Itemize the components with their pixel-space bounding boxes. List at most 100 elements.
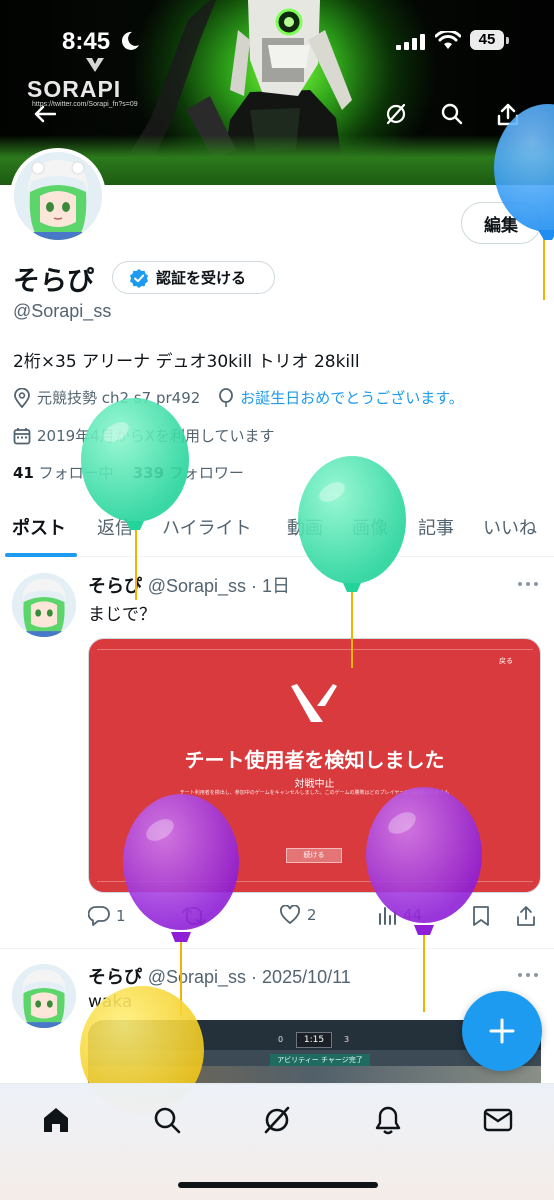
battery-indicator: 45 [470,30,504,50]
balloon-birthday-icon [219,387,234,407]
balloon-green-right [298,456,406,668]
post-header: そらぴ @Sorapi_ss · 1日 [88,572,290,598]
search-icon [154,1107,181,1134]
edit-profile-button[interactable]: 編集 [461,202,541,244]
repost-button[interactable] [182,905,206,927]
home-icon [44,1108,68,1132]
more-options-icon[interactable] [517,581,539,587]
profile-category: 元競技勢 ch2 s7 pr492 [37,389,201,407]
tab-videos[interactable]: 動画 [287,514,323,540]
tab-posts[interactable]: ポスト [12,514,66,540]
post-avatar[interactable] [12,573,76,637]
back-button[interactable] [30,99,60,129]
nav-grok[interactable] [257,1100,297,1140]
tab-highlights[interactable]: ハイライト [162,514,252,540]
home-indicator [178,1182,378,1188]
get-verified-label: 認証を受ける [156,269,247,287]
follow-stats: 41 フォロー中 339 フォロワー [13,462,244,483]
nav-search[interactable] [147,1100,187,1140]
post-header: そらぴ @Sorapi_ss · 2025/10/11 [88,963,351,989]
media-bottom-rule [97,881,533,882]
compose-post-button[interactable] [462,991,542,1071]
reply-icon [88,906,110,926]
plus-icon [489,1018,515,1044]
repost-icon [182,907,206,925]
avatar-illustration [12,573,76,637]
followers-label: フォロワー [168,464,244,482]
profile-joined-row: 2019年4月からXを利用しています [13,425,275,446]
tab-likes[interactable]: いいね [483,514,537,540]
tab-images[interactable]: 画像 [352,514,388,540]
bookmark-icon [473,906,489,926]
like-button[interactable]: 2 [279,905,317,925]
grok-icon [264,1106,290,1134]
media-top-rule [97,649,533,650]
media-back-label: 戻る [499,657,513,665]
post-avatar[interactable] [12,964,76,1028]
share-icon [497,103,519,126]
post-divider [0,948,554,949]
media-title: チート使用者を検知しました [184,748,445,772]
nav-messages[interactable] [478,1100,518,1140]
heart-icon [280,905,300,925]
profile-meta-row: 元競技勢 ch2 s7 pr492 お誕生日おめでとうございます。 [13,387,464,408]
focus-moon-icon [121,31,139,50]
location-pin-icon [14,387,30,408]
birthday-link[interactable]: お誕生日おめでとうございます。 [240,387,464,408]
like-count: 2 [307,906,317,924]
nav-notifications[interactable] [368,1100,408,1140]
profile-handle: @Sorapi_ss [13,301,112,321]
bottom-tab-bar [0,1083,554,1200]
post-text: waka [88,992,133,1012]
calendar-icon [13,427,31,444]
valorant-logo-icon [291,684,337,722]
status-time: 8:45 [62,28,111,55]
share-button[interactable] [493,99,523,129]
followers-link[interactable]: 339 フォロワー [133,464,244,482]
hud-round-timer: 1:15 [296,1032,332,1048]
views-chart-icon [379,907,396,925]
share-icon [517,906,535,926]
arrow-left-icon [34,105,56,123]
battery-tip [506,37,509,44]
display-name: そらぴ [13,266,94,297]
bookmark-button[interactable] [472,905,490,927]
post-text: まじで？ [88,605,156,625]
search-button[interactable] [437,99,467,129]
nav-home[interactable] [36,1100,76,1140]
followers-count: 339 [132,464,165,482]
share-post-button[interactable] [516,905,536,927]
media-subtitle: 対戦中止 [294,779,335,790]
reply-button[interactable]: 1 [88,905,126,927]
hud-score-right: 3 [344,1035,350,1044]
bell-icon [375,1106,401,1135]
views-button[interactable]: 44 [377,905,422,925]
tab-replies[interactable]: 返信 [97,514,133,540]
reply-count: 1 [116,907,126,925]
avatar-illustration [14,152,102,240]
post-meta: @Sorapi_ss · 2025/10/11 [147,967,351,987]
post-author-name[interactable]: そらぴ [88,967,142,988]
grok-icon [386,103,406,125]
profile-bio: 2桁×35 アリーナ デュオ30kill トリオ 28kill [13,352,360,372]
post-meta: @Sorapi_ss · 1日 [147,576,291,596]
get-verified-button[interactable]: 認証を受ける [112,261,275,294]
avatar-illustration [12,964,76,1028]
profile-tabs: ポスト 返信 ハイライト 動画 画像 記事 いいね [0,500,554,557]
joined-date: 2019年4月からXを利用しています [37,427,275,445]
wifi-icon [435,31,461,49]
tab-articles[interactable]: 記事 [418,514,454,540]
active-tab-indicator [5,553,77,557]
hud-score-left: 0 [278,1035,284,1044]
following-link[interactable]: 41 フォロー中 [13,464,114,482]
following-count: 41 [13,464,34,482]
post-author-name[interactable]: そらぴ [88,576,142,597]
more-options-icon[interactable] [517,972,539,978]
grok-button[interactable] [381,99,411,129]
media-detail: チート利用者を検出し、参加中のゲームをキャンセルしました。このゲームの勝敗はどの… [179,790,450,796]
profile-avatar[interactable] [10,148,106,244]
mail-icon [483,1108,513,1132]
status-bar: 8:45 45 [0,0,554,80]
search-icon [441,103,463,125]
post-media-image[interactable]: 戻る チート使用者を検知しました 対戦中止 チート利用者を検出し、参加中のゲーム… [88,638,541,893]
